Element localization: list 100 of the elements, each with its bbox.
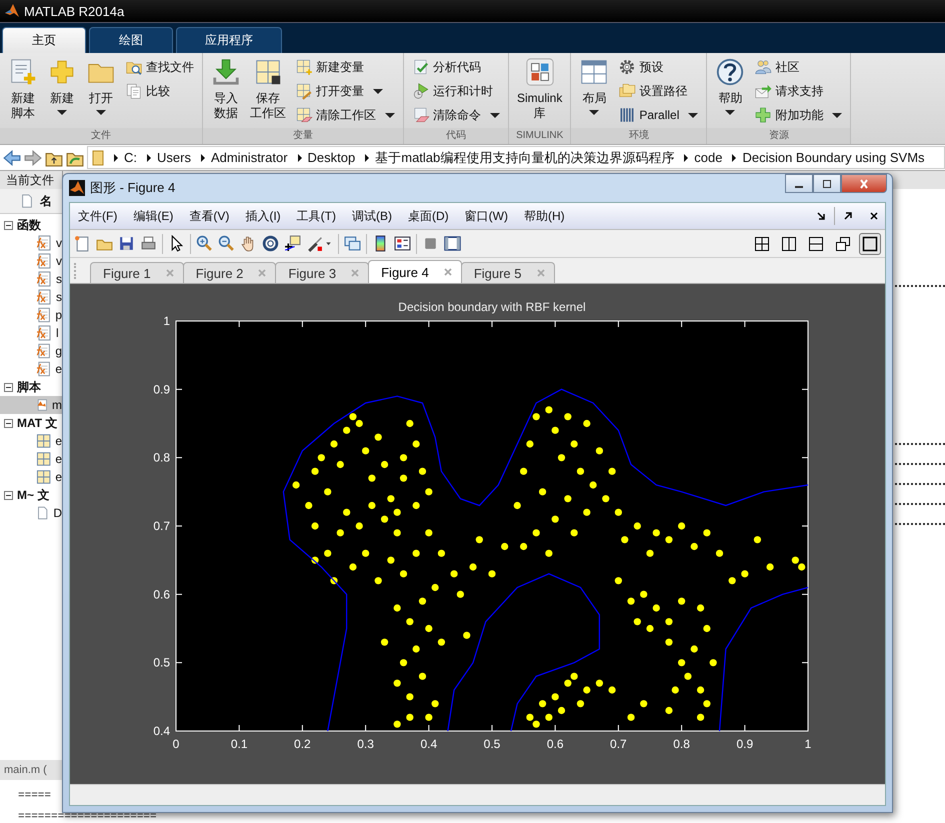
ribbon-button[interactable]: 社区: [751, 55, 846, 79]
undock-icon[interactable]: [816, 211, 826, 221]
ribbon-button[interactable]: 导入 数据: [208, 55, 244, 127]
file-item[interactable]: e: [0, 432, 62, 450]
column-header[interactable]: 名: [0, 189, 62, 214]
figure-tab[interactable]: Figure 5: [460, 262, 555, 283]
menu-item[interactable]: 编辑(E): [133, 208, 174, 224]
data-point: [552, 516, 559, 523]
maximize-button[interactable]: [813, 174, 841, 193]
path-segment[interactable]: Administrator: [210, 150, 288, 165]
data-point: [362, 447, 370, 454]
path-segment[interactable]: 基于matlab编程使用支持向量机的决策边界源码程序: [375, 148, 674, 166]
path-field[interactable]: C: Users Administrator Desktop 基于matlab编程使用支持向量机的决策边界源码程序 code Decision Boundary using SVMs: [87, 146, 945, 169]
menu-item[interactable]: 查看(V): [189, 208, 230, 224]
zoom-out-icon[interactable]: [218, 235, 235, 252]
printer-icon[interactable]: [140, 235, 157, 252]
menu-item[interactable]: 文件(F): [78, 208, 118, 224]
figure-tab[interactable]: Figure 2: [182, 262, 276, 283]
menu-item[interactable]: 工具(T): [296, 208, 336, 224]
expand-toggle-icon[interactable]: [4, 382, 13, 392]
dock-icon[interactable]: [843, 211, 853, 221]
ribbon-tab[interactable]: 应用程序: [176, 27, 282, 53]
expand-toggle-icon[interactable]: [4, 490, 13, 500]
path-segment[interactable]: C:: [124, 150, 137, 165]
legend-icon[interactable]: [394, 235, 411, 252]
rotate-icon[interactable]: [262, 235, 279, 252]
menu-item[interactable]: 调试(B): [352, 208, 392, 224]
ribbon-button[interactable]: 清除工作区: [292, 103, 398, 127]
data-point: [558, 706, 566, 714]
zoom-in-icon[interactable]: [196, 235, 213, 252]
data-point: [570, 440, 578, 448]
plot-tools-icon[interactable]: [444, 235, 461, 252]
maximize-icon[interactable]: [859, 232, 881, 254]
close-icon[interactable]: [869, 211, 879, 221]
bars-icon: [618, 106, 636, 124]
ribbon-button[interactable]: 打开: [83, 55, 119, 127]
minimize-button[interactable]: [785, 174, 813, 193]
hide-tools-icon[interactable]: [422, 235, 439, 252]
data-cursor-icon[interactable]: [284, 235, 301, 252]
path-segment[interactable]: Desktop: [308, 150, 356, 165]
menu-item[interactable]: 帮助(H): [524, 208, 565, 224]
file-item[interactable]: m: [0, 396, 62, 414]
back-arrow-icon[interactable]: [3, 148, 21, 166]
expand-toggle-icon[interactable]: [4, 220, 13, 230]
ribbon-button[interactable]: 保存 工作区: [247, 55, 289, 127]
ribbon-button[interactable]: 新建: [44, 55, 80, 127]
menu-item[interactable]: 桌面(D): [408, 208, 449, 224]
ribbon-button[interactable]: 请求支持: [751, 79, 846, 103]
file-item[interactable]: l: [0, 324, 62, 342]
ribbon-button[interactable]: 布局: [576, 55, 612, 127]
file-item[interactable]: D: [0, 504, 62, 522]
ribbon-button[interactable]: Parallel: [615, 103, 702, 127]
tick-label: 0.2: [294, 737, 311, 751]
path-segment[interactable]: code: [694, 150, 722, 165]
path-segment[interactable]: Users: [157, 150, 191, 165]
file-item[interactable]: e: [0, 468, 62, 486]
file-item[interactable]: v: [0, 234, 62, 252]
new-file-icon[interactable]: [74, 235, 91, 252]
ribbon-button[interactable]: 打开变量: [292, 79, 398, 103]
ribbon-tab[interactable]: 主页: [2, 27, 86, 53]
save-icon[interactable]: [118, 235, 135, 252]
menu-item[interactable]: 窗口(W): [464, 208, 508, 224]
expand-toggle-icon[interactable]: [4, 418, 13, 428]
path-segment[interactable]: Decision Boundary using SVMs: [742, 150, 925, 165]
ribbon-button[interactable]: 运行和计时: [409, 79, 503, 103]
ribbon-button[interactable]: Simulink 库: [514, 55, 566, 127]
close-button[interactable]: [841, 174, 887, 193]
file-item[interactable]: e: [0, 450, 62, 468]
file-item[interactable]: e: [0, 360, 62, 378]
ribbon-button[interactable]: 预设: [615, 55, 702, 79]
tree-group-label[interactable]: M~ 文: [17, 486, 50, 504]
ribbon-button[interactable]: 帮助: [712, 55, 748, 127]
brush-icon[interactable]: [306, 235, 323, 252]
tree-group-label[interactable]: 脚本: [17, 378, 41, 396]
matlab-logo-icon: [4, 3, 20, 19]
data-point: [614, 508, 622, 516]
ribbon-button[interactable]: 附加功能: [751, 103, 846, 127]
ribbon-button[interactable]: 设置路径: [615, 79, 702, 103]
ribbon-button[interactable]: 查找文件: [122, 55, 197, 79]
ribbon-tab[interactable]: 绘图: [89, 27, 173, 53]
data-point: [678, 598, 686, 605]
data-point: [311, 522, 319, 530]
figure-tab[interactable]: Figure 3: [275, 262, 370, 283]
file-item[interactable]: s: [0, 288, 62, 306]
data-point: [469, 563, 477, 571]
menu-item[interactable]: 插入(I): [245, 208, 281, 224]
ribbon-button[interactable]: 清除命令: [409, 103, 503, 127]
figure-tab[interactable]: Figure 1: [90, 262, 184, 283]
tree-group-label[interactable]: MAT 文: [17, 414, 58, 432]
ribbon-button[interactable]: 比较: [122, 79, 197, 103]
figure-tab[interactable]: Figure 4: [368, 260, 462, 283]
ribbon-button[interactable]: 新建变量: [292, 55, 398, 79]
file-item[interactable]: v: [0, 252, 62, 270]
ribbon-button[interactable]: 分析代码: [409, 55, 503, 79]
ribbon-button[interactable]: 新建 脚本: [5, 55, 41, 127]
file-item[interactable]: g: [0, 342, 62, 360]
file-item[interactable]: p: [0, 306, 62, 324]
file-item[interactable]: s: [0, 270, 62, 288]
tree-group-label[interactable]: 函数: [17, 216, 41, 234]
link-icon[interactable]: [344, 235, 361, 252]
